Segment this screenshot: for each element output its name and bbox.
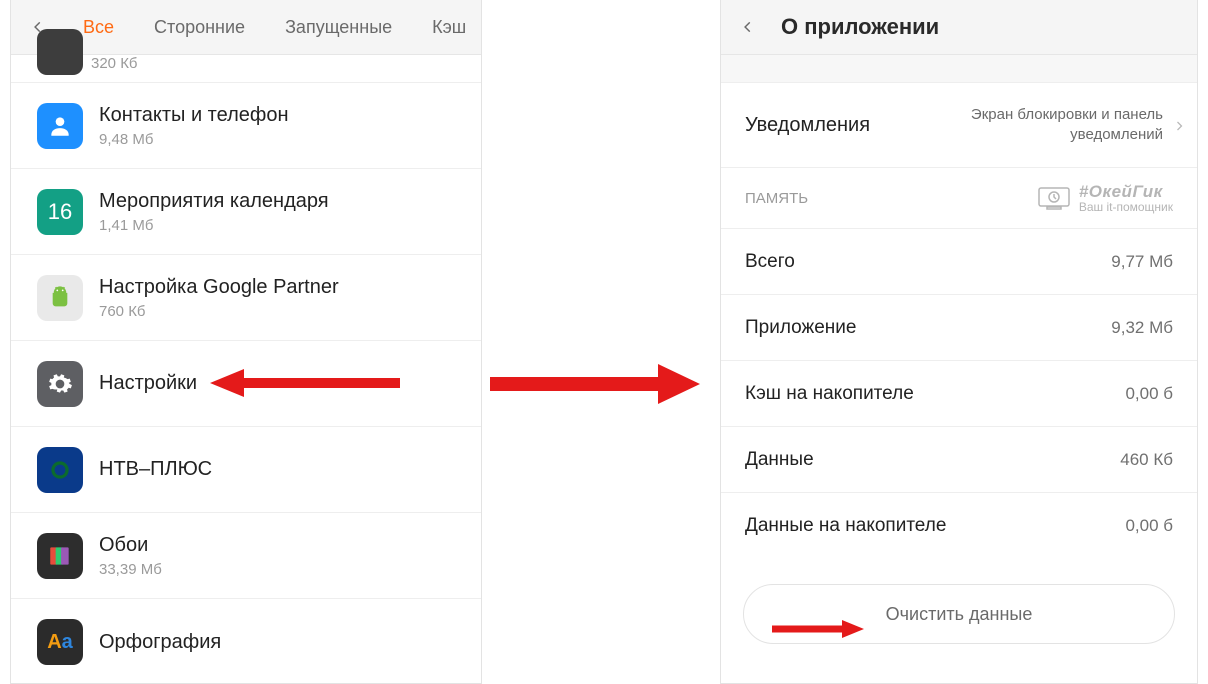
- annotation-arrow-clear: [772, 617, 864, 641]
- section-gap: [721, 55, 1197, 82]
- annotation-arrow-left: [210, 366, 400, 400]
- tab-cache[interactable]: Кэш: [432, 17, 466, 38]
- tab-all[interactable]: Все: [83, 17, 114, 38]
- notifications-label: Уведомления: [745, 114, 870, 137]
- app-name: Контакты и телефон: [99, 104, 288, 127]
- topbar-right: О приложении: [721, 0, 1197, 55]
- tab-running[interactable]: Запущенные: [285, 17, 392, 38]
- app-name: Обои: [99, 534, 162, 557]
- app-row-contacts[interactable]: Контакты и телефон 9,48 Мб: [11, 83, 481, 169]
- tabs: Все Сторонние Запущенные Кэш: [83, 17, 466, 38]
- wallpaper-icon: [37, 533, 83, 579]
- chevron-right-icon: [1173, 119, 1185, 131]
- app-row-ntv[interactable]: НТВ–ПЛЮС: [11, 427, 481, 513]
- ntv-icon: [37, 447, 83, 493]
- page-title: О приложении: [781, 14, 939, 40]
- memory-section-header: ПАМЯТЬ #ОкейГик Ваш it-помощник: [721, 168, 1197, 228]
- kv-val: 0,00 б: [1125, 516, 1173, 536]
- app-row-google-partner[interactable]: Настройка Google Partner 760 Кб: [11, 255, 481, 341]
- app-row-spell[interactable]: Aa Орфография: [11, 599, 481, 684]
- app-size: 760 Кб: [99, 303, 339, 320]
- kv-data: Данные 460 Кб: [721, 426, 1197, 492]
- kv-val: 9,77 Мб: [1111, 252, 1173, 272]
- kv-app: Приложение 9,32 Мб: [721, 294, 1197, 360]
- app-name: НТВ–ПЛЮС: [99, 458, 212, 481]
- kv-key: Данные на накопителе: [745, 515, 946, 537]
- kv-val: 9,32 Мб: [1111, 318, 1173, 338]
- watermark-sub: Ваш it-помощник: [1079, 200, 1173, 214]
- app-name: Настройки: [99, 372, 197, 395]
- app-size: 9,48 Мб: [99, 131, 288, 148]
- app-row-calendar[interactable]: 16 Мероприятия календаря 1,41 Мб: [11, 169, 481, 255]
- clear-data-label: Очистить данные: [886, 604, 1033, 625]
- app-size: 1,41 Мб: [99, 217, 329, 234]
- partial-app-icon: [37, 29, 83, 75]
- notifications-value: Экран блокировки и панель уведомлений: [923, 105, 1163, 146]
- android-icon: [37, 275, 83, 321]
- kv-key: Приложение: [745, 317, 856, 339]
- kv-val: 0,00 б: [1125, 384, 1173, 404]
- app-name: Орфография: [99, 631, 221, 654]
- calendar-icon: 16: [37, 189, 83, 235]
- app-size: 33,39 Мб: [99, 561, 162, 578]
- partial-row: 320 Кб: [11, 55, 481, 83]
- partial-size: 320 Кб: [91, 55, 138, 72]
- apps-list-screen: Все Сторонние Запущенные Кэш 320 Кб Конт…: [10, 0, 482, 684]
- kv-key: Данные: [745, 449, 814, 471]
- tab-thirdparty[interactable]: Сторонние: [154, 17, 245, 38]
- app-name: Настройка Google Partner: [99, 276, 339, 299]
- kv-key: Кэш на накопителе: [745, 383, 914, 405]
- watermark: #ОкейГик Ваш it-помощник: [1037, 182, 1173, 214]
- contacts-icon: [37, 103, 83, 149]
- watermark-tag: #ОкейГик: [1079, 182, 1173, 202]
- kv-val: 460 Кб: [1120, 450, 1173, 470]
- notifications-row[interactable]: Уведомления Экран блокировки и панель ув…: [721, 82, 1197, 168]
- memory-label: ПАМЯТЬ: [745, 190, 808, 207]
- app-row-wallpaper[interactable]: Обои 33,39 Мб: [11, 513, 481, 599]
- app-name: Мероприятия календаря: [99, 190, 329, 213]
- kv-total: Всего 9,77 Мб: [721, 228, 1197, 294]
- spell-icon: Aa: [37, 619, 83, 665]
- kv-key: Всего: [745, 251, 795, 273]
- kv-data-storage: Данные на накопителе 0,00 б: [721, 492, 1197, 558]
- annotation-arrow-right: [490, 362, 700, 406]
- app-info-screen: О приложении Уведомления Экран блокировк…: [720, 0, 1198, 684]
- gear-icon: [37, 361, 83, 407]
- back-icon[interactable]: [739, 18, 757, 36]
- kv-cache: Кэш на накопителе 0,00 б: [721, 360, 1197, 426]
